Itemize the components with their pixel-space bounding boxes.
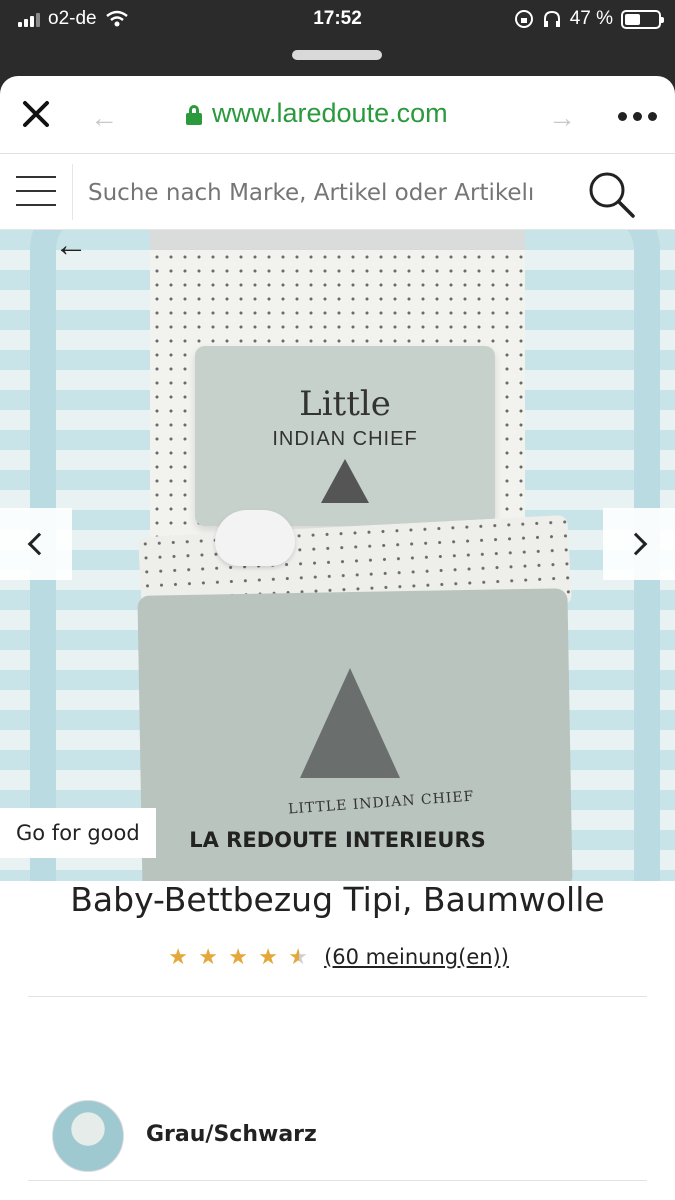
product-title: Baby-Bettbezug Tipi, Baumwolle <box>70 880 605 919</box>
gallery-prev-button[interactable] <box>0 508 72 580</box>
chevron-left-icon <box>27 532 51 556</box>
headphones-icon <box>543 10 560 27</box>
back-arrow-icon[interactable]: ← <box>54 230 88 265</box>
browser-sheet: ← www.laredoute.com → Little INDIAN CHIE… <box>0 76 675 1200</box>
chevron-right-icon <box>624 532 648 556</box>
search-divider <box>72 164 73 220</box>
color-selector[interactable]: Grau/Schwarz <box>0 1096 675 1186</box>
star-half-icon: ★ <box>286 944 310 970</box>
product-rating[interactable]: ★ ★ ★ ★ ★ (60 meinung(en)) <box>0 944 675 970</box>
site-search-bar <box>0 154 675 230</box>
battery-icon <box>621 9 664 29</box>
plush-bunny <box>215 510 295 566</box>
sheet-grabber[interactable] <box>292 50 382 60</box>
gallery-next-button[interactable] <box>603 508 675 580</box>
search-input[interactable] <box>88 176 550 210</box>
divider <box>28 996 647 997</box>
status-right: 47 % <box>514 8 664 30</box>
tipi-icon <box>321 459 369 503</box>
more-icon[interactable] <box>618 112 657 121</box>
battery-label: 47 % <box>569 8 613 29</box>
star-icon: ★ <box>168 944 188 969</box>
lock-icon <box>186 104 202 125</box>
search-icon[interactable] <box>585 168 637 220</box>
close-icon[interactable] <box>20 98 52 130</box>
pillow-text-line2: INDIAN CHIEF <box>272 428 418 450</box>
reviews-link[interactable]: (60 meinung(en)) <box>324 945 509 969</box>
product-brand[interactable]: LA REDOUTE INTERIEURS <box>0 828 675 852</box>
back-arrow-icon[interactable]: ← <box>90 102 118 134</box>
star-icon: ★ <box>228 944 248 969</box>
status-bar: o2-de 17:52 47 % <box>0 0 675 40</box>
pillow-text-line1: Little <box>299 384 391 424</box>
url-bar[interactable]: www.laredoute.com <box>186 98 448 129</box>
rotation-lock-icon <box>514 10 533 28</box>
star-icon: ★ <box>258 944 278 969</box>
product-image-gallery[interactable]: Little INDIAN CHIEF LITTLE INDIAN CHIEF … <box>0 230 675 881</box>
forward-arrow-icon[interactable]: → <box>548 102 576 134</box>
browser-toolbar: ← www.laredoute.com → <box>0 76 675 154</box>
star-icon: ★ <box>198 944 218 969</box>
background-tab-bar <box>0 40 675 80</box>
pillow-image: Little INDIAN CHIEF <box>195 346 495 526</box>
color-swatch[interactable] <box>52 1100 124 1172</box>
color-name: Grau/Schwarz <box>146 1122 317 1147</box>
url-text: www.laredoute.com <box>212 98 448 128</box>
tipi-print <box>300 668 400 778</box>
divider <box>28 1180 647 1181</box>
hamburger-icon[interactable] <box>16 176 56 208</box>
